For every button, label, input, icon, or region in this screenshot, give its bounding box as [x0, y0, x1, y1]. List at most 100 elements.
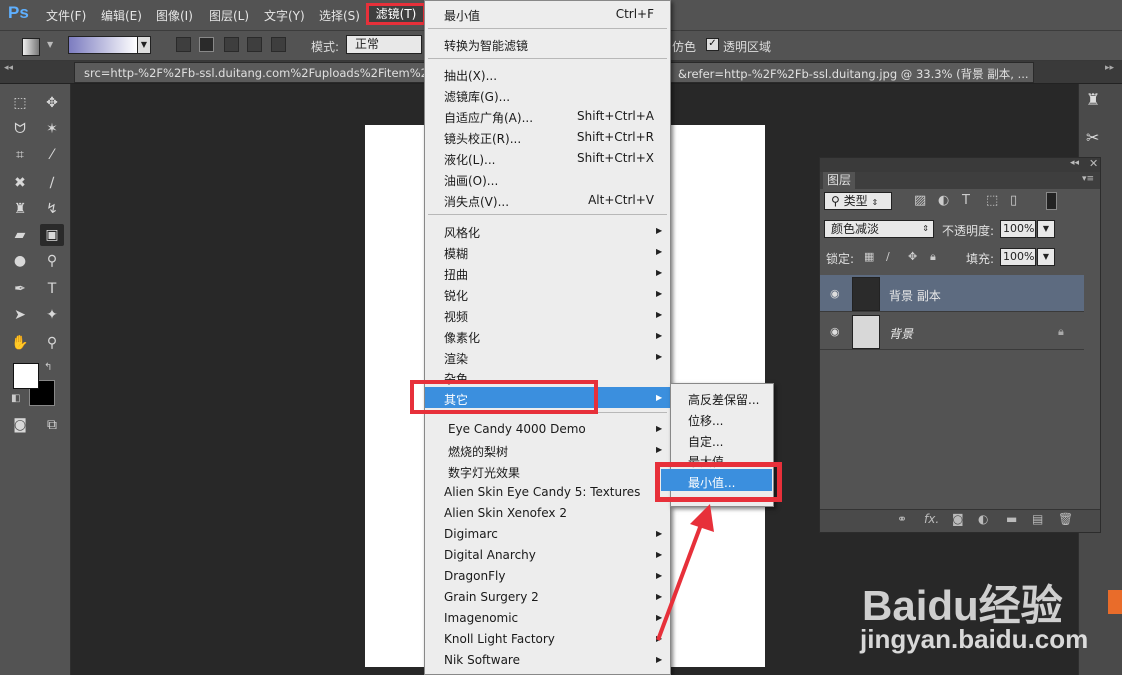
tool-presets-icon[interactable]: ✂: [1086, 128, 1099, 147]
link-layers-icon[interactable]: ⚭: [897, 512, 907, 526]
blend-mode-select[interactable]: 颜色减淡 ⇕: [824, 220, 934, 238]
menu-type[interactable]: 文字(Y): [264, 7, 305, 24]
menu-item-grain-surgery[interactable]: Grain Surgery 2: [444, 590, 539, 604]
menu-item-oil-paint[interactable]: 油画(O)...: [444, 172, 498, 189]
lock-transparent-icon[interactable]: ▦: [864, 250, 874, 263]
radial-gradient-icon[interactable]: [199, 37, 214, 52]
filter-toggle[interactable]: [1046, 192, 1057, 210]
crop-tool-icon[interactable]: ⌗: [8, 144, 32, 166]
layer-style-icon[interactable]: fx.: [924, 512, 939, 526]
submenu-item-high-pass[interactable]: 高反差保留...: [688, 391, 759, 408]
gradient-tool-icon[interactable]: ▣: [40, 224, 64, 246]
clone-stamp-icon[interactable]: ♜: [8, 198, 32, 220]
menu-edit[interactable]: 编辑(E): [101, 7, 142, 24]
lock-all-icon[interactable]: 🔒︎: [930, 250, 936, 264]
zoom-tool-icon[interactable]: ⚲: [40, 332, 64, 354]
menu-item-eye-candy-demo[interactable]: Eye Candy 4000 Demo: [448, 422, 586, 436]
angle-gradient-icon[interactable]: [224, 37, 239, 52]
menu-item-nik-software[interactable]: Nik Software: [444, 653, 520, 667]
swap-colors-icon[interactable]: ↰: [44, 362, 52, 373]
clone-source-icon[interactable]: ♜: [1086, 90, 1100, 109]
menu-item-xenofex[interactable]: Alien Skin Xenofex 2: [444, 506, 567, 520]
transparency-checkbox[interactable]: ✓: [706, 38, 719, 51]
menu-image[interactable]: 图像(I): [156, 7, 193, 24]
gradient-picker[interactable]: [68, 36, 138, 54]
menu-item-knoll-light-factory[interactable]: Knoll Light Factory: [444, 632, 555, 646]
menu-item-lens-correction[interactable]: 镜头校正(R)...: [444, 130, 521, 147]
menu-item-adaptive-wide-angle[interactable]: 自适应广角(A)...: [444, 109, 533, 126]
menu-item-burning-pear[interactable]: 燃烧的梨树: [448, 443, 508, 460]
eraser-tool-icon[interactable]: ▰: [8, 224, 32, 246]
dodge-tool-icon[interactable]: ⚲: [40, 250, 64, 272]
menu-item-pixelate[interactable]: 像素化: [444, 329, 480, 346]
quick-mask-icon[interactable]: ◙: [8, 414, 32, 436]
mode-select[interactable]: 正常: [346, 35, 422, 54]
chevron-down-icon[interactable]: ▼: [1037, 248, 1055, 266]
dither-label[interactable]: 仿色: [672, 38, 696, 55]
menu-item-eye-candy-textures[interactable]: Alien Skin Eye Candy 5: Textures: [444, 485, 640, 499]
diamond-gradient-icon[interactable]: [271, 37, 286, 52]
collapse-right-icon[interactable]: ▸▸: [1105, 63, 1114, 73]
trash-icon[interactable]: 🗑︎: [1058, 512, 1073, 526]
menu-item-blur[interactable]: 模糊: [444, 245, 468, 262]
brush-tool-icon[interactable]: ∕: [40, 172, 64, 194]
menu-item-filter-gallery[interactable]: 滤镜库(G)...: [444, 88, 510, 105]
chevron-down-icon[interactable]: ▼: [137, 36, 151, 54]
layer-kind-filter[interactable]: ⚲ 类型 ⇕: [824, 192, 892, 210]
tab-layers[interactable]: 图层: [823, 172, 855, 189]
menu-item-digital-light[interactable]: 数字灯光效果: [448, 464, 520, 481]
collapse-left-icon[interactable]: ◂◂: [4, 63, 13, 73]
menu-item-distort[interactable]: 扭曲: [444, 266, 468, 283]
menu-filter[interactable]: 滤镜(T): [366, 3, 426, 25]
path-selection-icon[interactable]: ➤: [8, 304, 32, 326]
submenu-item-offset[interactable]: 位移...: [688, 412, 723, 429]
visibility-eye-icon[interactable]: ◉: [830, 325, 840, 338]
foreground-color-swatch[interactable]: [13, 363, 39, 389]
eyedropper-icon[interactable]: ⁄: [40, 144, 64, 166]
opacity-input[interactable]: 100%: [1000, 220, 1036, 238]
collapse-panel-icon[interactable]: ◂◂: [1070, 158, 1079, 168]
menu-item-smart-filter[interactable]: 转换为智能滤镜: [444, 37, 528, 54]
lock-position-icon[interactable]: ✥: [908, 250, 917, 263]
blur-tool-icon[interactable]: ●: [8, 250, 32, 272]
default-colors-icon[interactable]: ◧: [11, 393, 20, 404]
pixel-filter-icon[interactable]: ▨: [914, 193, 926, 208]
type-filter-icon[interactable]: T: [962, 193, 970, 208]
panel-menu-icon[interactable]: ▾≡: [1082, 174, 1094, 184]
chevron-down-icon[interactable]: ▼: [47, 40, 53, 49]
menu-item-dragonfly[interactable]: DragonFly: [444, 569, 505, 583]
menu-item-video[interactable]: 视频: [444, 308, 468, 325]
menu-item-liquify[interactable]: 液化(L)...: [444, 151, 496, 168]
type-tool-icon[interactable]: T: [40, 278, 64, 300]
marquee-tool-icon[interactable]: ⬚: [8, 92, 32, 114]
new-layer-icon[interactable]: ▤: [1032, 512, 1043, 526]
close-icon[interactable]: ✕: [1089, 157, 1098, 170]
menu-item-sharpen[interactable]: 锐化: [444, 287, 468, 304]
add-mask-icon[interactable]: ◙: [952, 512, 964, 526]
visibility-eye-icon[interactable]: ◉: [830, 287, 840, 300]
menu-item-imagenomic[interactable]: Imagenomic: [444, 611, 518, 625]
menu-item-digital-anarchy[interactable]: Digital Anarchy: [444, 548, 536, 562]
menu-item-vanishing-point[interactable]: 消失点(V)...: [444, 193, 509, 210]
magic-wand-icon[interactable]: ✶: [40, 118, 64, 140]
screen-mode-icon[interactable]: ⧉: [40, 414, 64, 436]
fill-input[interactable]: 100%: [1000, 248, 1036, 266]
shape-filter-icon[interactable]: ⬚: [986, 193, 998, 208]
pen-tool-icon[interactable]: ✒: [8, 278, 32, 300]
tool-preset-icon[interactable]: [22, 38, 40, 56]
smart-object-filter-icon[interactable]: ▯: [1010, 193, 1017, 208]
linear-gradient-icon[interactable]: [176, 37, 191, 52]
menu-item-digimarc[interactable]: Digimarc: [444, 527, 498, 541]
new-group-icon[interactable]: ▬: [1006, 512, 1017, 526]
submenu-item-custom[interactable]: 自定...: [688, 433, 723, 450]
lasso-tool-icon[interactable]: ᗢ: [8, 118, 32, 140]
menu-layer[interactable]: 图层(L): [209, 7, 249, 24]
reflected-gradient-icon[interactable]: [247, 37, 262, 52]
menu-item-last-filter[interactable]: 最小值: [444, 7, 480, 24]
chevron-down-icon[interactable]: ▼: [1037, 220, 1055, 238]
shape-tool-icon[interactable]: ✦: [40, 304, 64, 326]
adjustment-layer-icon[interactable]: ◐: [978, 512, 988, 526]
menu-select[interactable]: 选择(S): [319, 7, 360, 24]
history-brush-icon[interactable]: ↯: [40, 198, 64, 220]
hand-tool-icon[interactable]: ✋: [8, 332, 32, 354]
